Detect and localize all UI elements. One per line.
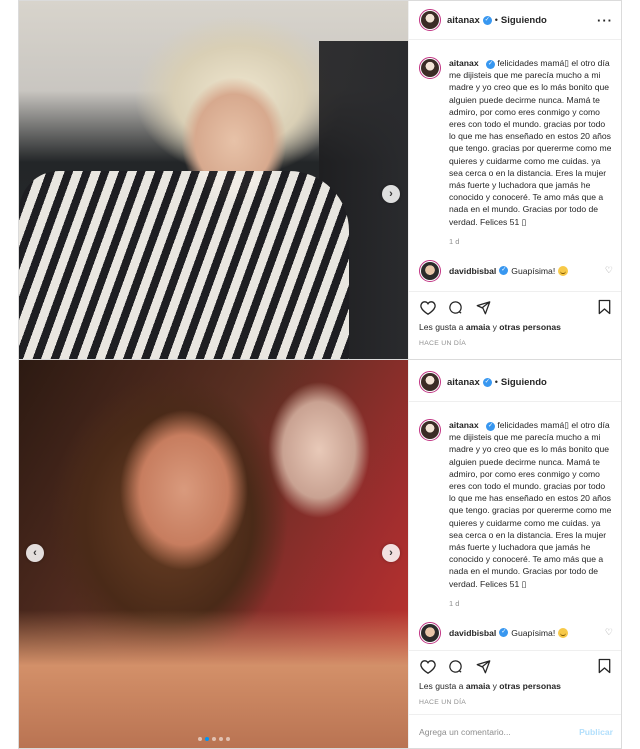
likes-summary: Les gusta a amaia y otras personas — [419, 681, 613, 691]
post-header: aitanax ✓ • Siguiendo — [409, 363, 621, 402]
carousel-dot — [211, 737, 216, 741]
smile-emoji-icon — [558, 265, 569, 276]
separator-dot: • — [494, 377, 498, 387]
comment-like-icon[interactable]: ♡ — [605, 627, 613, 638]
comment-icon[interactable] — [447, 658, 464, 675]
carousel-dot — [218, 737, 223, 741]
username-link[interactable]: aitanax — [447, 377, 480, 388]
carousel-prev-button[interactable]: ‹ — [26, 544, 44, 562]
comment-row: davidbisbal ✓ Guapísima! ♡ — [409, 259, 621, 282]
chevron-left-icon: ‹ — [33, 547, 37, 559]
likes-user-link[interactable]: amaia — [466, 681, 490, 691]
publish-button[interactable]: Publicar — [579, 727, 613, 737]
photo-lower-area — [19, 610, 408, 748]
post-sidebar: aitanax ✓ • Siguiendo aitanax ✓ felicida… — [408, 360, 621, 748]
action-icons — [419, 651, 613, 681]
post-media-carousel[interactable]: ‹ › — [19, 360, 408, 748]
post-caption: aitanax ✓ felicidades mamá▯ el otro día … — [409, 40, 621, 228]
caption-text: aitanax ✓ felicidades mamá▯ el otro día … — [449, 419, 613, 590]
likes-summary: Les gusta a amaia y otras personas — [419, 322, 613, 332]
likes-others-link[interactable]: otras personas — [499, 681, 561, 691]
likes-and: y — [492, 322, 497, 332]
comment-like-icon[interactable]: ♡ — [605, 265, 613, 276]
caption-timestamp[interactable]: 1 d — [449, 599, 621, 608]
post-actions: Les gusta a amaia y otras personas HACE … — [409, 650, 621, 706]
photo-striped-top — [19, 171, 349, 359]
likes-prefix: Les gusta a — [419, 322, 464, 332]
verified-badge-icon: ✓ — [499, 628, 509, 638]
carousel-dot — [225, 737, 230, 741]
likes-others-link[interactable]: otras personas — [499, 322, 561, 332]
chevron-right-icon: › — [389, 547, 393, 559]
caption-body: felicidades mamá▯ el otro día me dijiste… — [449, 58, 612, 227]
chevron-right-icon: › — [389, 188, 393, 200]
avatar[interactable] — [419, 259, 441, 282]
caption-username[interactable]: aitanax — [449, 58, 479, 68]
carousel-dot-active — [204, 737, 209, 741]
verified-badge-icon: ✓ — [482, 377, 492, 387]
heart-icon[interactable] — [419, 299, 436, 316]
separator-dot: • — [494, 15, 498, 25]
post-caption: aitanax ✓ felicidades mamá▯ el otro día … — [409, 402, 621, 590]
caption-timestamp[interactable]: 1 d — [449, 237, 621, 246]
avatar[interactable] — [419, 419, 441, 441]
caption-text: aitanax ✓ felicidades mamá▯ el otro día … — [449, 57, 613, 228]
comment-input[interactable] — [419, 726, 580, 737]
avatar[interactable] — [419, 621, 441, 644]
caption-body: felicidades mamá▯ el otro día me dijiste… — [449, 420, 612, 589]
verified-badge-icon: ✓ — [486, 60, 496, 69]
caption-username[interactable]: aitanax — [449, 420, 479, 430]
comment-username[interactable]: davidbisbal — [449, 266, 496, 276]
carousel-dot — [197, 737, 202, 741]
action-icons — [419, 292, 613, 322]
carousel-dots — [19, 737, 408, 741]
heart-icon[interactable] — [419, 658, 436, 675]
post-actions: Les gusta a amaia y otras personas HACE … — [409, 291, 621, 347]
username-link[interactable]: aitanax — [447, 15, 480, 26]
verified-badge-icon: ✓ — [499, 266, 509, 276]
comment-icon[interactable] — [447, 299, 464, 316]
share-icon[interactable] — [475, 299, 492, 316]
add-comment-bar: Publicar — [409, 714, 621, 748]
carousel-next-button[interactable]: › — [382, 544, 400, 562]
post-time-ago[interactable]: HACE UN DÍA — [419, 340, 613, 347]
avatar[interactable] — [419, 9, 441, 31]
likes-prefix: Les gusta a — [419, 681, 464, 691]
more-options-icon[interactable]: ··· — [597, 14, 613, 27]
verified-badge-icon: ✓ — [486, 422, 496, 431]
verified-badge-icon: ✓ — [482, 15, 492, 25]
bookmark-icon[interactable] — [596, 299, 613, 316]
carousel-next-button[interactable]: › — [382, 185, 400, 203]
likes-user-link[interactable]: amaia — [466, 322, 490, 332]
post-media-carousel[interactable]: › — [19, 1, 408, 359]
share-icon[interactable] — [475, 658, 492, 675]
comment-text: Guapísima! — [511, 627, 556, 638]
comment-username[interactable]: davidbisbal — [449, 628, 496, 638]
comment-text: Guapísima! — [511, 265, 556, 276]
follow-status-button[interactable]: Siguiendo — [501, 377, 547, 388]
post-time-ago[interactable]: HACE UN DÍA — [419, 699, 613, 706]
post-header: aitanax ✓ • Siguiendo ··· — [409, 1, 621, 40]
instagram-post-1: › aitanax ✓ • Siguiendo ··· aitanax ✓ fe… — [18, 0, 622, 360]
avatar[interactable] — [419, 57, 441, 79]
instagram-post-2: ‹ › aitanax ✓ • Siguiendo aitanax ✓ feli… — [18, 360, 622, 749]
smile-emoji-icon — [558, 627, 569, 638]
comment-row: davidbisbal ✓ Guapísima! ♡ — [409, 621, 621, 644]
likes-and: y — [492, 681, 497, 691]
follow-status-button[interactable]: Siguiendo — [501, 15, 547, 26]
avatar[interactable] — [419, 371, 441, 393]
post-sidebar: aitanax ✓ • Siguiendo ··· aitanax ✓ feli… — [408, 1, 621, 359]
bookmark-icon[interactable] — [596, 658, 613, 675]
